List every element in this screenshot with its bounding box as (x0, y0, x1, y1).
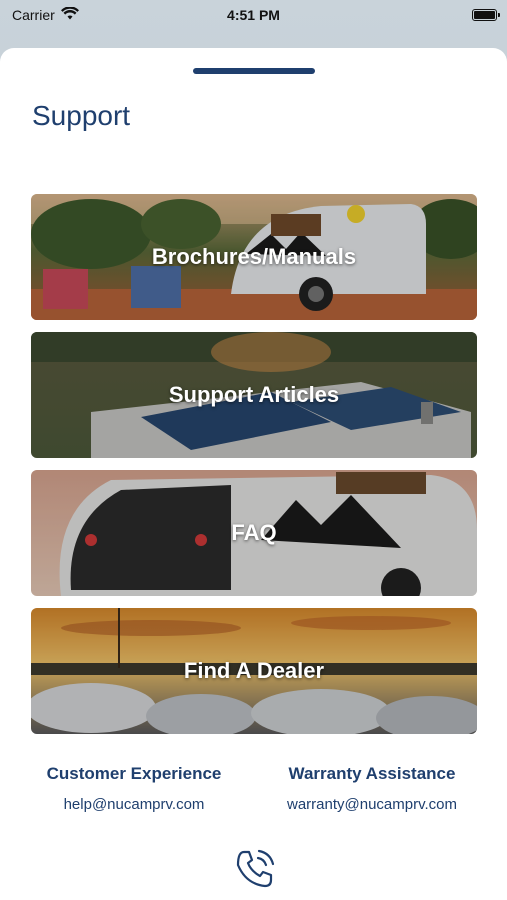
phone-icon[interactable] (229, 843, 281, 895)
status-left: Carrier (12, 6, 79, 23)
faq-label: FAQ (231, 520, 277, 545)
battery-icon (472, 9, 500, 21)
battery-fill (474, 11, 495, 19)
support-articles-card[interactable]: Support Articles (31, 332, 477, 458)
customer-experience-title: Customer Experience (46, 764, 222, 783)
find-a-dealer-label: Find A Dealer (183, 658, 325, 683)
faq-card[interactable]: FAQ (31, 470, 477, 596)
warranty-assistance-email[interactable]: warranty@nucamprv.com (287, 796, 457, 813)
wifi-icon (60, 6, 79, 23)
customer-experience-contact: Customer Experience help@nucamprv.com (19, 764, 249, 814)
brochures-manuals-card[interactable]: Brochures/Manuals (31, 194, 477, 320)
brochures-manuals-label: Brochures/Manuals (151, 244, 357, 269)
page-title: Support (32, 100, 131, 131)
customer-experience-email[interactable]: help@nucamprv.com (64, 796, 205, 813)
status-bar: Carrier 4:51 PM (0, 0, 507, 30)
warranty-assistance-contact: Warranty Assistance warranty@nucamprv.co… (257, 764, 487, 814)
support-articles-label: Support Articles (168, 382, 340, 407)
warranty-assistance-title: Warranty Assistance (288, 764, 456, 783)
carrier-label: Carrier (12, 7, 55, 23)
support-sheet: Support Brochures/Manuals Support Articl… (0, 48, 507, 900)
find-a-dealer-card[interactable]: Find A Dealer (31, 608, 477, 734)
sheet-grabber[interactable] (193, 68, 315, 74)
